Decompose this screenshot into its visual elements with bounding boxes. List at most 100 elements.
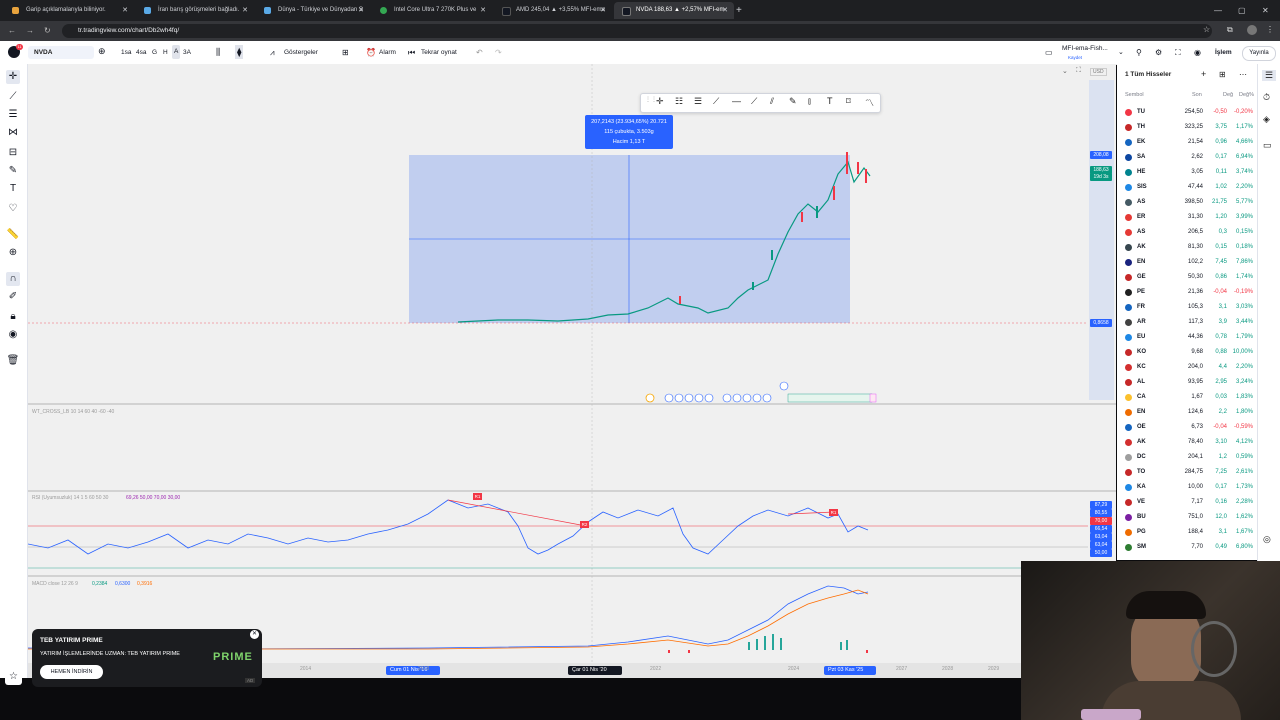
watchlist-row[interactable]: PE 21,36 -0,04 -0,19% [1117,285,1257,300]
favorites-heart-icon[interactable]: ♡ [6,202,20,216]
add-symbol-icon[interactable]: ⊕ [98,46,106,57]
fib-retracement-icon[interactable]: ☰ [6,108,20,122]
symbol-search-input[interactable]: NVDA [28,46,94,59]
brush-icon[interactable]: ✎ [6,164,20,178]
browser-tab[interactable]: Garip açıklamalarıyla biliniyor. ✕ [4,2,134,19]
magnet-icon[interactable]: ∩ [6,272,20,286]
watchlist-row[interactable]: AK 81,30 0,15 0,18% [1117,240,1257,255]
new-tab-icon[interactable]: + [736,2,742,19]
templates-icon[interactable]: ⊞ [342,41,349,64]
text-tool-icon[interactable]: T [6,182,20,196]
macd-legend[interactable]: MACD close 12 26 9 [32,581,78,587]
close-tab-icon[interactable]: ✕ [722,2,728,19]
close-tab-icon[interactable]: ✕ [480,2,486,19]
more-options-icon[interactable]: ⋯ [1239,70,1247,79]
column-header-change[interactable]: Değ [1223,92,1233,98]
profile-avatar-icon[interactable] [1247,25,1257,35]
browser-tab[interactable]: İran barış görüşmeleri bağladı. ✕ [136,2,254,19]
close-tab-icon[interactable]: ✕ [122,2,128,19]
close-tab-icon[interactable]: ✕ [358,2,364,19]
visibility-eye-icon[interactable]: ◉ [6,328,20,342]
interval-day[interactable]: G [152,41,157,64]
layout-dropdown-icon[interactable]: ⌄ [1118,41,1124,64]
watchlist-row[interactable]: SA 2,62 0,17 6,94% [1117,150,1257,165]
horizontal-line-icon[interactable]: — [732,96,741,106]
interval-1h[interactable]: 1sa [121,41,131,64]
add-symbol-icon[interactable]: + [1201,69,1206,79]
close-window-icon[interactable]: ✕ [1262,2,1269,19]
browser-tab[interactable]: Intel Core Ultra 7 270K Plus ve ✕ [372,2,492,19]
close-tab-icon[interactable]: ✕ [242,2,248,19]
chat-icon[interactable]: ▭ [1263,140,1272,151]
callout-icon[interactable]: ⌑ [846,96,851,107]
publish-button[interactable]: Yayınla [1242,46,1276,61]
watchlist-row[interactable]: AL 93,95 2,95 3,24% [1117,375,1257,390]
maximize-pane-icon[interactable]: ⛶ [1076,67,1081,75]
watchlist-row[interactable]: PG 188,4 3,1 1,67% [1117,525,1257,540]
forward-icon[interactable]: → [26,21,34,41]
interval-month-active[interactable]: A [172,45,181,59]
currency-label[interactable]: USD [1090,68,1107,76]
stay-drawing-icon[interactable]: ✐ [6,290,20,304]
watchlist-row[interactable]: EU 44,36 0,78 1,79% [1117,330,1257,345]
watchlist-row[interactable]: GE 50,30 0,86 1,74% [1117,270,1257,285]
trash-icon[interactable]: 🗑︎ [6,354,20,368]
watchlist-row[interactable]: KO 9,68 0,88 10,00% [1117,345,1257,360]
undo-icon[interactable]: ↶ [476,41,483,64]
oscillator-legend[interactable]: WT_CROSS_LB 10 14 60 40 -60 -40 [32,409,114,415]
column-header-last[interactable]: Son [1192,92,1202,98]
minimize-window-icon[interactable]: — [1214,2,1222,19]
back-icon[interactable]: ← [8,21,16,41]
brush-tool-icon[interactable]: ✎ [789,96,797,107]
parallel-channel-icon[interactable]: ⫽ [770,96,774,107]
watchlist-row[interactable]: VE 7,17 0,16 2,28% [1117,495,1257,510]
bar-style-icon[interactable]: ⫼ [216,41,220,64]
favorites-star-icon[interactable]: ☆ [5,668,22,685]
layers-icon[interactable]: ◈ [1263,114,1270,125]
watchlist-row[interactable]: AK 78,40 3,10 4,12% [1117,435,1257,450]
cursor-tool-icon[interactable]: ✛ [656,96,664,107]
text-tool-icon[interactable]: T [827,96,833,106]
lines-tool-icon[interactable]: ☰ [694,96,702,107]
trend-tool-icon[interactable]: ⟋ [713,96,719,107]
watchlist-row[interactable]: TU 254,50 -0,50 -0,20% [1117,105,1257,120]
alerts-clock-icon[interactable]: ⏱ [1263,92,1270,103]
fib-tool-icon[interactable]: ☷ [675,96,683,107]
watchlist-row[interactable]: EN 124,6 2,2 1,80% [1117,405,1257,420]
column-header-symbol[interactable]: Sembol [1125,92,1144,98]
watchlist-row[interactable]: KA 10,00 0,17 1,73% [1117,480,1257,495]
extensions-icon[interactable]: ⧉ [1227,25,1233,35]
url-field[interactable]: tr.tradingview.com/chart/Db2wh4fq/ [62,24,1212,38]
interval-week[interactable]: H [163,41,168,64]
watchlist-row[interactable]: SIS 47,44 1,02 2,20% [1117,180,1257,195]
watchlist-row[interactable]: ER 31,30 1,20 3,99% [1117,210,1257,225]
watchlist-row[interactable]: AS 398,50 21,75 5,77% [1117,195,1257,210]
ruler-icon[interactable]: 📏 [6,228,20,242]
advanced-view-icon[interactable]: ⊞ [1219,70,1226,79]
reload-icon[interactable]: ↻ [44,21,51,41]
pattern-icon[interactable]: ⋈ [6,126,20,140]
candle-style-icon[interactable]: ⧫ [235,45,244,59]
watchlist-row[interactable]: SM 7,70 0,49 6,80% [1117,540,1257,555]
quick-search-icon[interactable]: ⚲ [1136,41,1142,64]
redo-icon[interactable]: ↷ [495,41,502,64]
bookmark-star-icon[interactable]: ☆ [1203,25,1210,34]
watchlist-row[interactable]: EK 21,54 0,96 4,66% [1117,135,1257,150]
crosshair-cursor-icon[interactable]: ✛ [6,70,20,84]
browser-tab[interactable]: AMD 245,04 ▲ +3,55% MFI-ema ✕ [494,2,612,19]
price-range-icon[interactable]: ⫾ [808,96,811,107]
watchlist-row[interactable]: BU 751,0 12,0 1,62% [1117,510,1257,525]
interval-4h[interactable]: 4sa [136,41,146,64]
replay-button[interactable]: Tekrar oynat [421,41,457,64]
collapse-icon[interactable]: ⌄ [1062,67,1068,75]
path-tool-icon[interactable]: 〽 [865,96,874,109]
trade-button[interactable]: İşlem [1215,41,1232,64]
browser-menu-icon[interactable]: ⋮ [1266,25,1274,34]
settings-gear-icon[interactable]: ⚙ [1155,41,1162,64]
snapshot-camera-icon[interactable]: ◉ [1194,41,1201,64]
ray-tool-icon[interactable]: ⟋ [751,96,757,107]
watchlist-row[interactable]: AS 206,5 0,3 0,15% [1117,225,1257,240]
watchlist-title[interactable]: 1 Tüm Hisseler [1125,71,1171,78]
trend-line-icon[interactable]: ⟋ [6,90,20,104]
watchlist-row[interactable]: HE 3,05 0,11 3,74% [1117,165,1257,180]
